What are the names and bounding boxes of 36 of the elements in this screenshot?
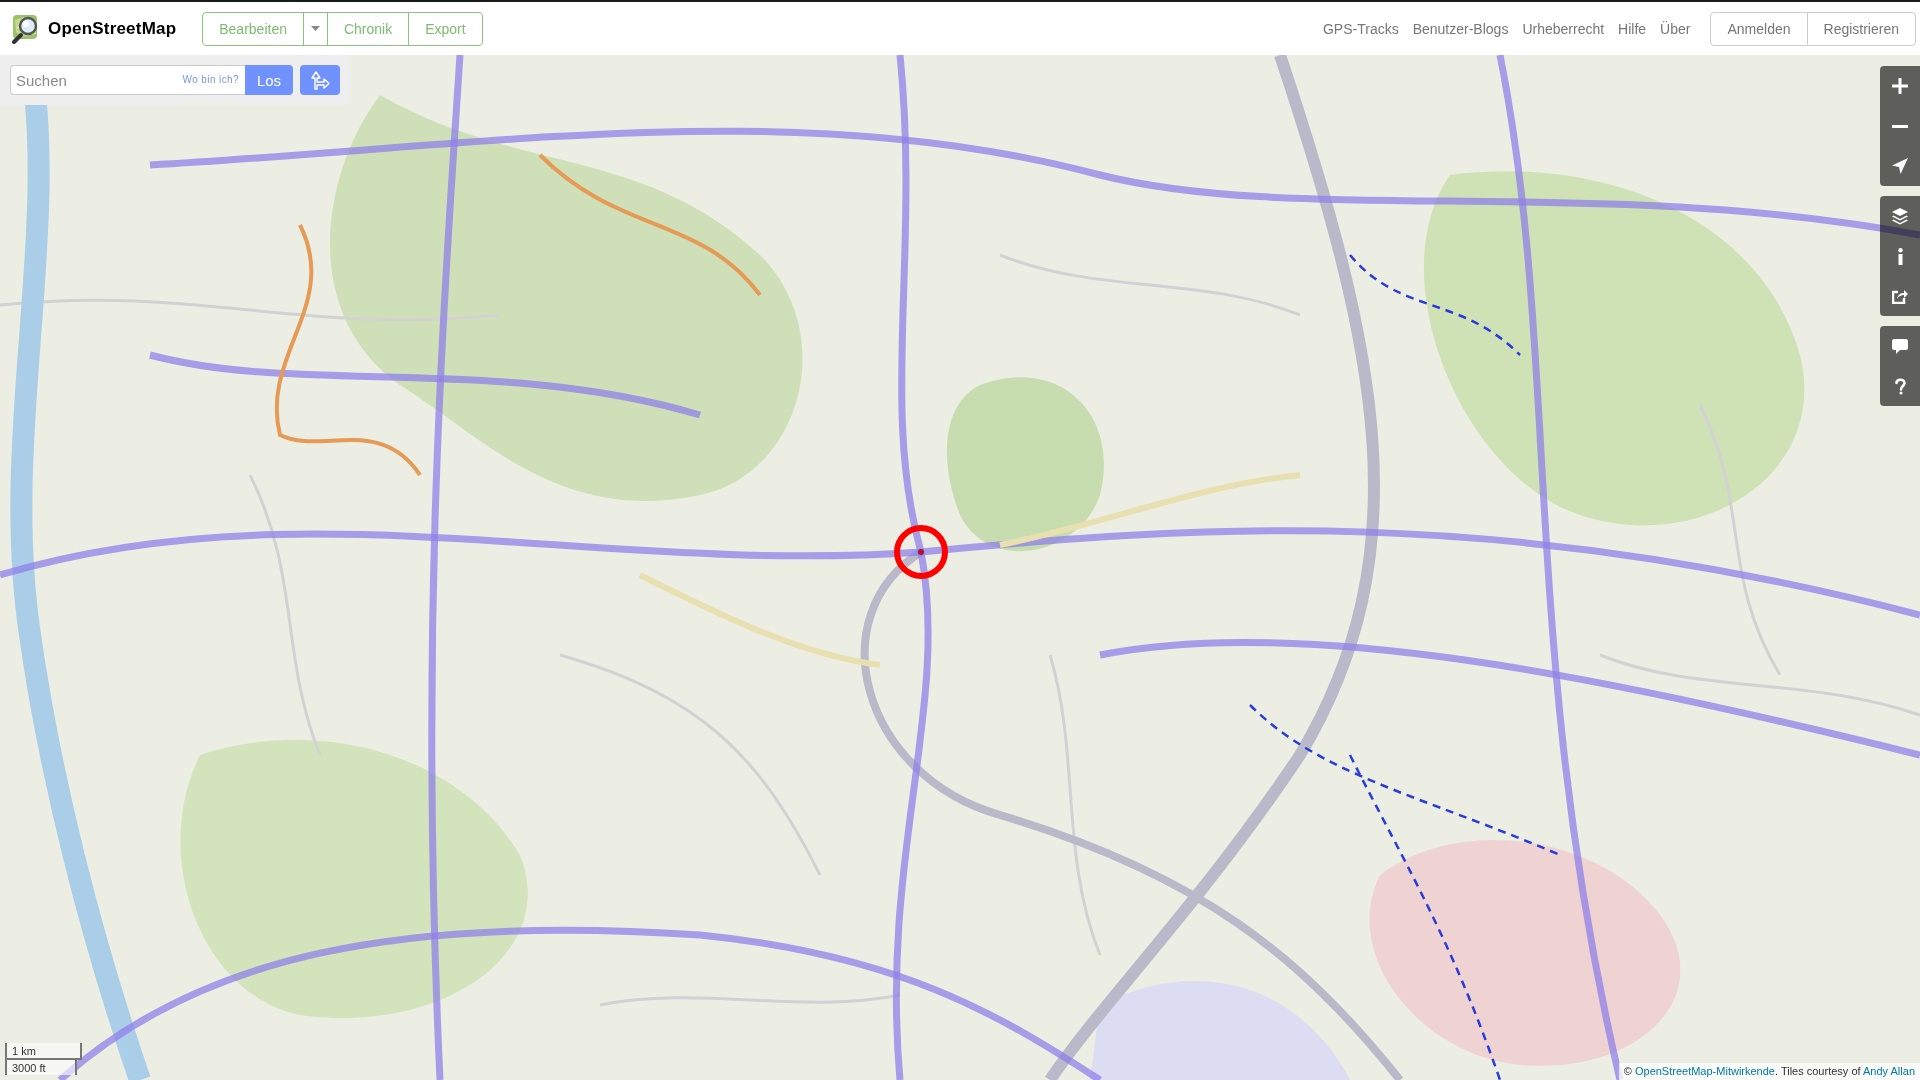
imperial-scale: 3000 ft <box>5 1060 77 1075</box>
nav-link[interactable]: GPS-Tracks <box>1322 20 1399 37</box>
circle-marker-icon <box>894 525 948 579</box>
layers-button[interactable] <box>1880 196 1920 236</box>
search-button[interactable]: Los <box>245 65 293 95</box>
magnifier-map-icon <box>12 13 40 44</box>
share-button[interactable] <box>1880 276 1920 316</box>
share-icon <box>1892 288 1908 304</box>
account-button[interactable]: Registrieren <box>1806 11 1916 46</box>
locate-button[interactable] <box>1880 146 1920 186</box>
turn-arrows-icon <box>310 70 330 90</box>
plus-icon <box>1892 78 1908 94</box>
layers-icon <box>1892 207 1908 225</box>
attribution-link[interactable]: Andy Allan <box>1863 1065 1915 1077</box>
nav-link[interactable]: Benutzer-Blogs <box>1412 20 1509 37</box>
nav-link[interactable]: Urheberrecht <box>1522 20 1605 37</box>
locate-link[interactable]: Wo bin ich? <box>182 74 239 85</box>
caret-icon <box>310 26 320 31</box>
question-icon <box>1894 377 1906 395</box>
navigation-arrow-icon <box>1892 158 1908 174</box>
brand-link[interactable]: OpenStreetMap <box>12 13 177 44</box>
account-button[interactable]: Anmelden <box>1710 11 1808 46</box>
info-icon <box>1897 247 1903 265</box>
nav-link[interactable]: Hilfe <box>1618 20 1647 37</box>
minus-icon <box>1892 124 1908 128</box>
attribution-text: © OpenStreetMap-Mitwirkende. Tiles courtesy of Andy Allan <box>1618 1063 1920 1080</box>
dropdown-toggle-button[interactable] <box>302 11 328 46</box>
directions-button[interactable] <box>300 65 340 95</box>
nav-link[interactable]: Über <box>1660 20 1691 37</box>
attribution-link[interactable]: OpenStreetMap-Mitwirkende <box>1634 1065 1775 1077</box>
zoom-in-button[interactable] <box>1880 66 1920 106</box>
info-button[interactable] <box>1880 236 1920 276</box>
query-button[interactable] <box>1880 366 1920 406</box>
speech-bubble-icon <box>1892 338 1908 354</box>
metric-scale: 1 km <box>5 1043 82 1060</box>
note-button[interactable] <box>1880 326 1920 366</box>
